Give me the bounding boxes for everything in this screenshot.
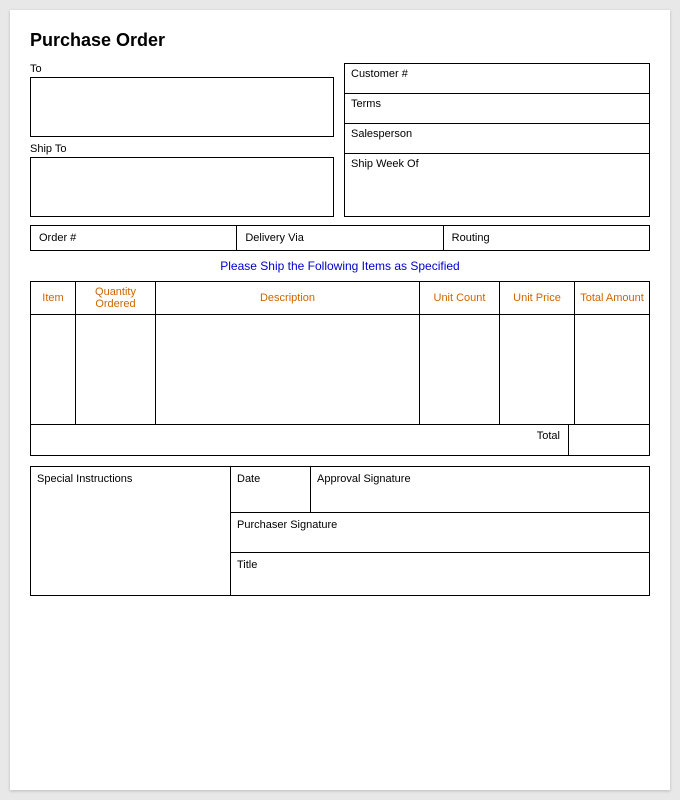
signatures-col: Date Approval Signature Purchaser Signat… [231,467,649,595]
terms-label: Terms [351,98,381,110]
date-cell[interactable]: Date [231,467,311,512]
approval-cell[interactable]: Approval Signature [311,467,649,512]
page-title: Purchase Order [30,30,650,51]
to-address-box[interactable] [30,77,334,137]
table-row[interactable] [31,315,650,425]
total-value[interactable] [569,425,649,455]
salesperson-field[interactable]: Salesperson [345,124,649,154]
customer-num-label: Customer # [351,68,408,80]
total-area: Total [30,425,650,456]
total-label: Total [31,425,569,455]
unit-price-cell[interactable] [500,315,575,425]
routing-label: Routing [452,232,490,244]
title-cell[interactable]: Title [231,553,649,593]
title-label: Title [237,559,643,571]
ship-to-box[interactable] [30,157,334,217]
ship-to-label-group: Ship To [30,143,334,217]
to-label-group: To [30,63,334,137]
table-header-row: Item Quantity Ordered Description Unit C… [31,282,650,315]
delivery-via-label: Delivery Via [245,232,304,244]
special-instructions-label: Special Instructions [37,473,224,485]
approval-label: Approval Signature [317,473,643,485]
col-header-item: Item [31,282,76,315]
notice-text: Please Ship the Following Items as Speci… [30,259,650,273]
to-label: To [30,63,334,75]
purchaser-label: Purchaser Signature [237,519,643,531]
col-header-unit-price: Unit Price [500,282,575,315]
left-column: To Ship To [30,63,334,217]
date-label: Date [237,473,304,485]
col-header-total-amount: Total Amount [575,282,650,315]
sig-top-row: Date Approval Signature [231,467,649,513]
order-info-row: Order # Delivery Via Routing [30,225,650,251]
order-num-cell[interactable]: Order # [31,226,237,250]
description-cell[interactable] [156,315,420,425]
top-section: To Ship To Customer # Terms Salesperson … [30,63,650,217]
total-amount-cell[interactable] [575,315,650,425]
salesperson-label: Salesperson [351,128,412,140]
items-table: Item Quantity Ordered Description Unit C… [30,281,650,425]
right-column: Customer # Terms Salesperson Ship Week O… [344,63,650,217]
ship-to-label: Ship To [30,143,334,155]
unit-count-cell[interactable] [420,315,500,425]
ship-week-of-label: Ship Week Of [351,158,419,170]
purchaser-cell[interactable]: Purchaser Signature [231,513,649,553]
purchase-order-page: Purchase Order To Ship To Customer # Ter… [10,10,670,790]
order-num-label: Order # [39,232,76,244]
customer-num-field[interactable]: Customer # [345,64,649,94]
delivery-via-cell[interactable]: Delivery Via [237,226,443,250]
bottom-section: Special Instructions Date Approval Signa… [30,466,650,596]
item-cell[interactable] [31,315,76,425]
ship-week-of-field[interactable]: Ship Week Of [345,154,649,216]
col-header-unit-count: Unit Count [420,282,500,315]
routing-cell[interactable]: Routing [444,226,649,250]
quantity-cell[interactable] [76,315,156,425]
terms-field[interactable]: Terms [345,94,649,124]
special-instructions-col[interactable]: Special Instructions [31,467,231,595]
col-header-description: Description [156,282,420,315]
col-header-quantity: Quantity Ordered [76,282,156,315]
